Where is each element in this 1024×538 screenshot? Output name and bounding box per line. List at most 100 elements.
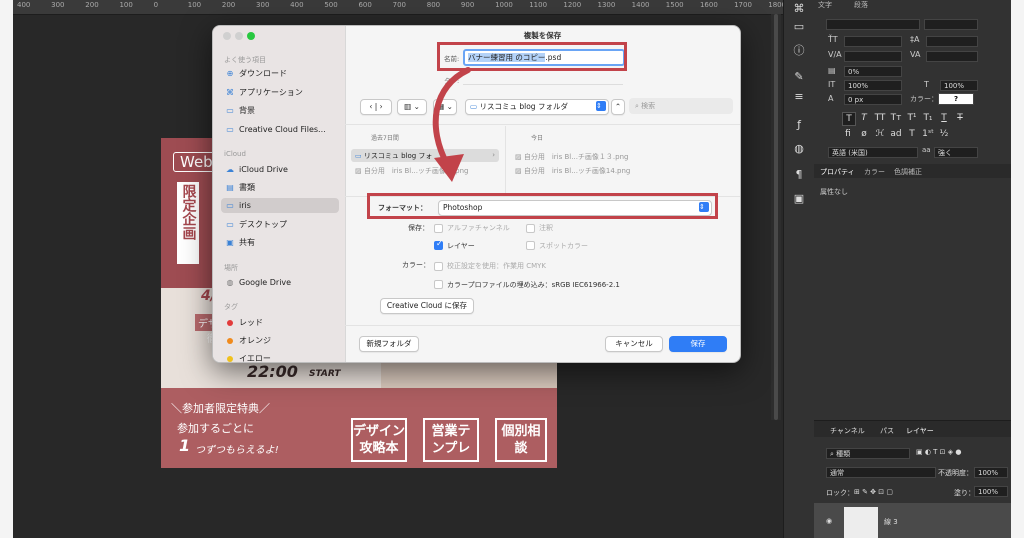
opacity-label: 不透明度： xyxy=(938,469,973,477)
icloud-header: iCloud xyxy=(224,150,246,158)
red-tag-dot xyxy=(227,319,233,326)
alpha-label: アルファチャンネル xyxy=(447,224,510,232)
expand-button[interactable]: ⌃ xyxy=(611,99,625,115)
tab-color[interactable]: カラー xyxy=(864,167,885,177)
sidebar-item-shared[interactable]: ▣ 共有 xyxy=(221,235,339,250)
tab-paragraph[interactable]: 段落 xyxy=(854,0,868,10)
kerning-field[interactable] xyxy=(844,51,902,62)
sidebar-tag-orange[interactable]: オレンジ xyxy=(221,333,339,348)
sidebar-item-icloud-drive[interactable]: ☁ iCloud Drive xyxy=(221,162,339,177)
strikethrough-button[interactable]: T xyxy=(954,112,966,124)
sidebar-item-label: レッド xyxy=(239,318,263,327)
proof-checkbox[interactable] xyxy=(434,262,443,271)
minimize-dot[interactable] xyxy=(235,32,243,40)
text-color-swatch[interactable]: ? xyxy=(938,93,974,105)
tab-properties[interactable]: プロパティ xyxy=(820,167,855,177)
file-row[interactable]: ▨ 自分用 iris Bl...ッチ画像14.png xyxy=(515,166,630,176)
history-icon[interactable]: ⌘ xyxy=(792,2,806,16)
glyph-icon[interactable]: ▣ xyxy=(792,192,806,206)
comment-icon[interactable]: ▭ xyxy=(792,20,806,34)
spot-color-checkbox[interactable] xyxy=(526,241,535,250)
sidebar-item-desktop[interactable]: ▭ デスクトップ xyxy=(221,217,339,232)
fx-icon[interactable]: ƒ xyxy=(792,118,806,132)
layer-filter-label: 種類 xyxy=(836,450,851,458)
faux-bold-button[interactable]: T xyxy=(842,112,856,126)
oldstyle-button[interactable]: ø xyxy=(858,128,870,140)
all-caps-button[interactable]: TT xyxy=(874,112,886,124)
layers-checkbox[interactable] xyxy=(434,239,443,250)
sidebar-item-google-drive[interactable]: ◍ Google Drive xyxy=(221,275,339,290)
alpha-checkbox[interactable] xyxy=(434,224,443,233)
close-dot[interactable] xyxy=(223,32,231,40)
layer-filter-icons[interactable]: ▣ ◐ T ⊡ ◈ ● xyxy=(916,448,961,456)
tab-paths[interactable]: パス xyxy=(880,426,894,436)
alt-button[interactable]: ad xyxy=(890,128,902,140)
sidebar-item-documents[interactable]: ▤ 書類 xyxy=(221,180,339,195)
titling-button[interactable]: T xyxy=(906,128,918,140)
search-field[interactable]: ⌕ 検索 xyxy=(629,98,733,114)
antialias-select[interactable]: 強く xyxy=(934,147,978,158)
tsume-field[interactable]: 0% xyxy=(844,66,902,77)
sidebar-tag-red[interactable]: レッド xyxy=(221,315,339,330)
paragraph-icon[interactable]: ¶ xyxy=(792,168,806,182)
ruler-tick-label: 1200 xyxy=(563,1,582,9)
lock-icons[interactable]: ⊞ ✎ ✥ ⊡ ▢ xyxy=(854,488,893,496)
underline-button[interactable]: T xyxy=(938,112,950,124)
font-style-select[interactable] xyxy=(924,19,978,30)
font-size-field[interactable] xyxy=(844,36,902,47)
horizontal-ruler: 400 300 200 100 0 100 200 300 400 500 600 700 800 900… xyxy=(13,0,786,15)
canvas-scrollbar[interactable] xyxy=(771,14,781,420)
notes-checkbox[interactable] xyxy=(526,224,535,233)
tracking-field[interactable] xyxy=(926,51,978,62)
tab-layers[interactable]: レイヤー xyxy=(906,426,934,436)
banner-box-sales: 営業テンプレ xyxy=(423,418,479,462)
swatch-icon[interactable]: ◍ xyxy=(792,142,806,156)
new-folder-button[interactable]: 新規フォルダ xyxy=(359,336,419,352)
adjust-icon[interactable]: ≡ xyxy=(792,90,806,104)
layer-name[interactable]: 線 3 xyxy=(884,517,898,527)
tab-adjustments[interactable]: 色調補正 xyxy=(894,167,922,177)
cc-save-button[interactable]: Creative Cloud に保存 xyxy=(380,298,474,314)
layer-filter-select[interactable]: ⌕ 種類 xyxy=(826,448,910,459)
cancel-button[interactable]: キャンセル xyxy=(605,336,663,352)
eye-icon[interactable]: ◉ xyxy=(826,517,832,525)
hscale-field[interactable]: 100% xyxy=(940,80,978,91)
save-button[interactable]: 保存 xyxy=(669,336,727,352)
ligature-button[interactable]: fi xyxy=(842,128,854,140)
blend-mode-select[interactable]: 通常 xyxy=(826,467,936,478)
nav-back-forward[interactable]: ‹ | › xyxy=(360,99,392,115)
profile-label: カラープロファイルの埋め込み：sRGB IEC61966-2.1 xyxy=(447,281,620,289)
brush-icon[interactable]: ✎ xyxy=(792,70,806,84)
sidebar-item-applications[interactable]: ⌘ アプリケーション xyxy=(221,85,339,100)
opacity-field[interactable]: 100% xyxy=(974,467,1008,478)
ruler-tick-label: 700 xyxy=(392,1,406,9)
sidebar-item-downloads[interactable]: ⊕ ダウンロード xyxy=(221,66,339,81)
swash-button[interactable]: ℋ xyxy=(874,128,886,140)
sidebar-item-iris[interactable]: ▭ iris xyxy=(221,198,339,213)
baseline-field[interactable]: 0 px xyxy=(844,94,902,105)
leading-field[interactable] xyxy=(926,36,978,47)
font-family-select[interactable] xyxy=(826,19,920,30)
small-caps-button[interactable]: Tт xyxy=(890,112,902,124)
superscript-button[interactable]: T¹ xyxy=(906,112,918,124)
sidebar-item-cc-files[interactable]: ▭ Creative Cloud Files... xyxy=(221,122,339,137)
faux-italic-button[interactable]: T xyxy=(858,112,870,124)
subscript-button[interactable]: T₁ xyxy=(922,112,934,124)
profile-checkbox[interactable] xyxy=(434,280,443,289)
info-icon[interactable]: ⓘ xyxy=(792,44,806,58)
ordinal-button[interactable]: 1ˢᵗ xyxy=(922,128,934,140)
zoom-dot[interactable] xyxy=(247,32,255,40)
tab-channels[interactable]: チャンネル xyxy=(830,426,865,436)
layer-row[interactable]: ◉ 線 3 xyxy=(814,503,1011,538)
tab-character[interactable]: 文字 xyxy=(818,0,832,10)
vscale-icon: IT xyxy=(828,80,836,89)
scrollbar-thumb[interactable] xyxy=(774,14,778,420)
language-select[interactable]: 英語 (米国) xyxy=(828,147,918,158)
file-row[interactable]: ▨ 自分用 iris Bl...チ画像１３.png xyxy=(515,152,628,162)
fill-field[interactable]: 100% xyxy=(974,486,1008,497)
ruler-tick-label: 100 xyxy=(119,1,133,9)
sidebar-item-background[interactable]: ▭ 背景 xyxy=(221,103,339,118)
vscale-field[interactable]: 100% xyxy=(844,80,902,91)
fraction-button[interactable]: ½ xyxy=(938,128,950,140)
sidebar-tag-yellow[interactable]: イエロー xyxy=(221,351,339,362)
